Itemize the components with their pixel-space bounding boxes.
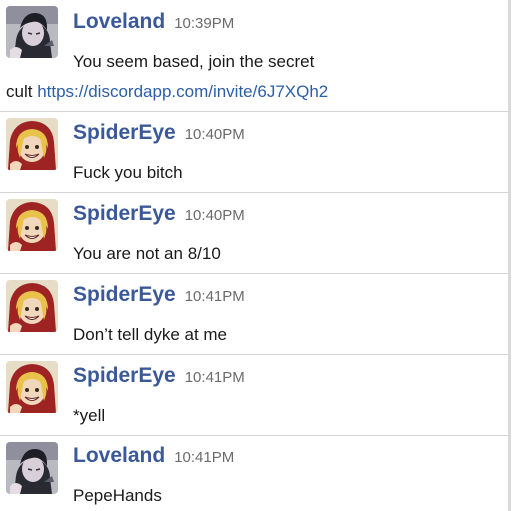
invite-link[interactable]: https://discordapp.com/invite/6J7XQh2	[37, 82, 328, 101]
blonde-red-hood-avatar-icon[interactable]	[6, 199, 58, 251]
username[interactable]: SpiderEye	[73, 202, 176, 225]
username[interactable]: Loveland	[73, 444, 165, 467]
message-text-continuation: cult https://discordapp.com/invite/6J7XQ…	[6, 82, 328, 102]
chat-message: SpiderEye 10:40PM Fuck you bitch	[0, 111, 508, 192]
timestamp: 10:39PM	[174, 15, 235, 32]
message-header: Loveland 10:41PM	[73, 444, 234, 468]
message-header: SpiderEye 10:40PM	[73, 121, 245, 145]
timestamp: 10:40PM	[184, 207, 245, 224]
chat-log: Loveland 10:39PM You seem based, join the…	[0, 0, 511, 511]
anime-girl-dark-hair-avatar-icon[interactable]	[6, 6, 58, 58]
chat-message: Loveland 10:39PM You seem based, join the…	[0, 0, 508, 111]
message-header: Loveland 10:39PM	[73, 10, 234, 34]
chat-message: SpiderEye 10:41PM *yell	[0, 354, 508, 435]
message-text: Don’t tell dyke at me	[73, 325, 228, 344]
chat-message: SpiderEye 10:41PM Don’t tell dyke at me	[0, 273, 508, 354]
timestamp: 10:41PM	[184, 369, 245, 386]
message-header: SpiderEye 10:41PM	[73, 364, 245, 388]
message-text: You are not an 8/10	[73, 244, 221, 263]
message-text: PepeHands	[73, 486, 162, 505]
chat-message: Loveland 10:41PM PepeHands	[0, 435, 508, 511]
message-text: *yell	[73, 406, 106, 425]
blonde-red-hood-avatar-icon[interactable]	[6, 280, 58, 332]
message-text-prefix: cult	[6, 82, 33, 101]
message-header: SpiderEye 10:41PM	[73, 283, 245, 307]
username[interactable]: SpiderEye	[73, 121, 176, 144]
message-header: SpiderEye 10:40PM	[73, 202, 245, 226]
timestamp: 10:41PM	[174, 449, 235, 466]
username[interactable]: SpiderEye	[73, 283, 176, 306]
anime-girl-dark-hair-avatar-icon[interactable]	[6, 442, 58, 494]
blonde-red-hood-avatar-icon[interactable]	[6, 361, 58, 413]
timestamp: 10:41PM	[184, 288, 245, 305]
chat-message: SpiderEye 10:40PM You are not an 8/10	[0, 192, 508, 273]
timestamp: 10:40PM	[184, 126, 245, 143]
username[interactable]: SpiderEye	[73, 364, 176, 387]
username[interactable]: Loveland	[73, 10, 165, 33]
blonde-red-hood-avatar-icon[interactable]	[6, 118, 58, 170]
message-text: Fuck you bitch	[73, 163, 183, 182]
message-text: You seem based, join the secret	[73, 52, 315, 71]
